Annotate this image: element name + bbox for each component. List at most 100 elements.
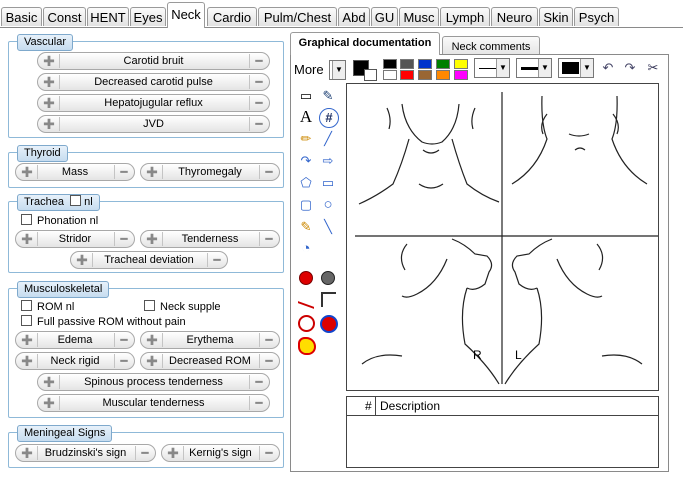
rounded-rect-tool-icon[interactable]: ▢ (297, 196, 315, 214)
thyromegaly-button[interactable]: ✚ Thyromegaly ━ (140, 163, 280, 181)
muscular-tenderness-button[interactable]: ✚ Muscular tenderness ━ (37, 394, 270, 412)
more-dropdown[interactable]: ▼ (329, 60, 346, 80)
hepatojugular-reflux-button[interactable]: ✚ Hepatojugular reflux ━ (37, 94, 270, 112)
scissors-icon[interactable]: ✂ (644, 59, 662, 77)
tab-eyes[interactable]: Eyes (130, 7, 166, 26)
palette-orange[interactable] (436, 70, 450, 80)
undo-icon[interactable]: ↶ (599, 59, 617, 77)
minus-icon[interactable]: ━ (249, 96, 268, 110)
minus-icon[interactable]: ━ (114, 165, 133, 179)
plus-icon[interactable]: ✚ (142, 165, 163, 179)
kernig-sign-button[interactable]: ✚ Kernig's sign ━ (161, 444, 280, 462)
tab-const[interactable]: Const (43, 7, 86, 26)
plus-icon[interactable]: ✚ (17, 165, 38, 179)
minus-icon[interactable]: ━ (259, 446, 278, 460)
text-tool-icon[interactable]: A (297, 108, 315, 126)
tab-pulm-chest[interactable]: Pulm/Chest (258, 7, 337, 26)
checkbox-box[interactable] (21, 315, 32, 326)
lasso-icon[interactable]: ✎ (319, 87, 337, 105)
pie-tool-icon[interactable]: ◔ (297, 240, 315, 258)
plus-icon[interactable]: ✚ (72, 253, 93, 267)
plus-icon[interactable]: ✚ (17, 333, 38, 347)
plus-icon[interactable]: ✚ (39, 117, 60, 131)
phonation-nl-checkbox[interactable]: Phonation nl (21, 214, 98, 228)
minus-icon[interactable]: ━ (114, 354, 133, 368)
tab-abd[interactable]: Abd (338, 7, 370, 26)
plus-icon[interactable]: ✚ (39, 96, 60, 110)
arrow-tool-icon[interactable]: ⇨ (319, 152, 337, 170)
tab-neck-comments[interactable]: Neck comments (442, 36, 540, 56)
target-stamp-icon[interactable] (320, 315, 338, 333)
trachea-nl-checkbox[interactable] (70, 195, 82, 206)
palette-black[interactable] (383, 59, 397, 69)
minus-icon[interactable]: ━ (249, 117, 268, 131)
palette-magenta[interactable] (454, 70, 468, 80)
select-rect-icon[interactable]: ▭ (297, 87, 315, 105)
minus-icon[interactable]: ━ (207, 253, 226, 267)
tab-gu[interactable]: GU (371, 7, 398, 26)
plus-icon[interactable]: ✚ (39, 54, 60, 68)
palette-brown[interactable] (418, 70, 432, 80)
angle-stamp-icon[interactable] (321, 292, 336, 307)
checkbox-box[interactable] (21, 214, 32, 225)
tab-basic[interactable]: Basic (1, 7, 42, 26)
plus-icon[interactable]: ✚ (142, 232, 163, 246)
red-stamp-icon[interactable] (299, 271, 313, 285)
gray-stamp-icon[interactable] (321, 271, 335, 285)
jvd-button[interactable]: ✚ JVD ━ (37, 115, 270, 133)
plus-icon[interactable]: ✚ (17, 446, 38, 460)
tab-hent[interactable]: HENT (87, 7, 129, 26)
line-tool-icon[interactable]: ╱ (319, 130, 337, 148)
checkbox-box[interactable] (21, 300, 32, 311)
pencil-icon[interactable]: ✏ (297, 130, 315, 148)
drawing-canvas[interactable]: R L (346, 83, 659, 391)
background-color-swatch[interactable] (364, 69, 377, 81)
minus-icon[interactable]: ━ (114, 333, 133, 347)
fill-color-dropdown[interactable]: ▼ (558, 58, 594, 78)
decreased-carotid-pulse-button[interactable]: ✚ Decreased carotid pulse ━ (37, 73, 270, 91)
carotid-bruit-button[interactable]: ✚ Carotid bruit ━ (37, 52, 270, 70)
edema-button[interactable]: ✚ Edema ━ (15, 331, 135, 349)
plus-icon[interactable]: ✚ (39, 375, 60, 389)
plus-icon[interactable]: ✚ (17, 232, 38, 246)
tab-psych[interactable]: Psych (574, 7, 619, 26)
spinous-process-tenderness-button[interactable]: ✚ Spinous process tenderness ━ (37, 373, 270, 391)
tab-graphical-documentation[interactable]: Graphical documentation (290, 32, 440, 55)
plus-icon[interactable]: ✚ (142, 354, 163, 368)
tab-skin[interactable]: Skin (539, 7, 573, 26)
tab-lymph[interactable]: Lymph (440, 7, 490, 26)
plus-icon[interactable]: ✚ (17, 354, 38, 368)
number-tool-icon[interactable]: # (319, 108, 339, 128)
tracheal-deviation-button[interactable]: ✚ Tracheal deviation ━ (70, 251, 228, 269)
tenderness-button[interactable]: ✚ Tenderness ━ (140, 230, 280, 248)
plus-icon[interactable]: ✚ (142, 333, 163, 347)
tab-neuro[interactable]: Neuro (491, 7, 538, 26)
minus-icon[interactable]: ━ (259, 232, 278, 246)
palette-green[interactable] (436, 59, 450, 69)
palette-white[interactable] (383, 70, 397, 80)
minus-icon[interactable]: ━ (135, 446, 154, 460)
ellipse-tool-icon[interactable]: ○ (319, 196, 337, 214)
palette-red[interactable] (400, 70, 414, 80)
minus-icon[interactable]: ━ (249, 75, 268, 89)
tab-cardio[interactable]: Cardio (207, 7, 257, 26)
minus-icon[interactable]: ━ (249, 396, 268, 410)
line-width-dropdown[interactable]: ▼ (516, 58, 552, 78)
palette-blue[interactable] (418, 59, 432, 69)
curve-tool-icon[interactable]: ╲ (319, 218, 337, 236)
decreased-rom-button[interactable]: ✚ Decreased ROM ━ (140, 352, 280, 370)
alert-stamp-icon[interactable] (298, 315, 315, 332)
polygon-tool-icon[interactable]: ⬠ (297, 174, 315, 192)
palette-yellow[interactable] (454, 59, 468, 69)
mass-button[interactable]: ✚ Mass ━ (15, 163, 135, 181)
minus-icon[interactable]: ━ (259, 333, 278, 347)
rectangle-tool-icon[interactable]: ▭ (319, 174, 337, 192)
minus-icon[interactable]: ━ (249, 54, 268, 68)
tab-neck[interactable]: Neck (167, 2, 205, 28)
neck-rigid-button[interactable]: ✚ Neck rigid ━ (15, 352, 135, 370)
neck-supple-checkbox[interactable]: Neck supple (144, 300, 221, 314)
minus-icon[interactable]: ━ (114, 232, 133, 246)
minus-icon[interactable]: ━ (249, 375, 268, 389)
minus-icon[interactable]: ━ (259, 354, 278, 368)
full-passive-rom-checkbox[interactable]: Full passive ROM without pain (21, 315, 186, 329)
